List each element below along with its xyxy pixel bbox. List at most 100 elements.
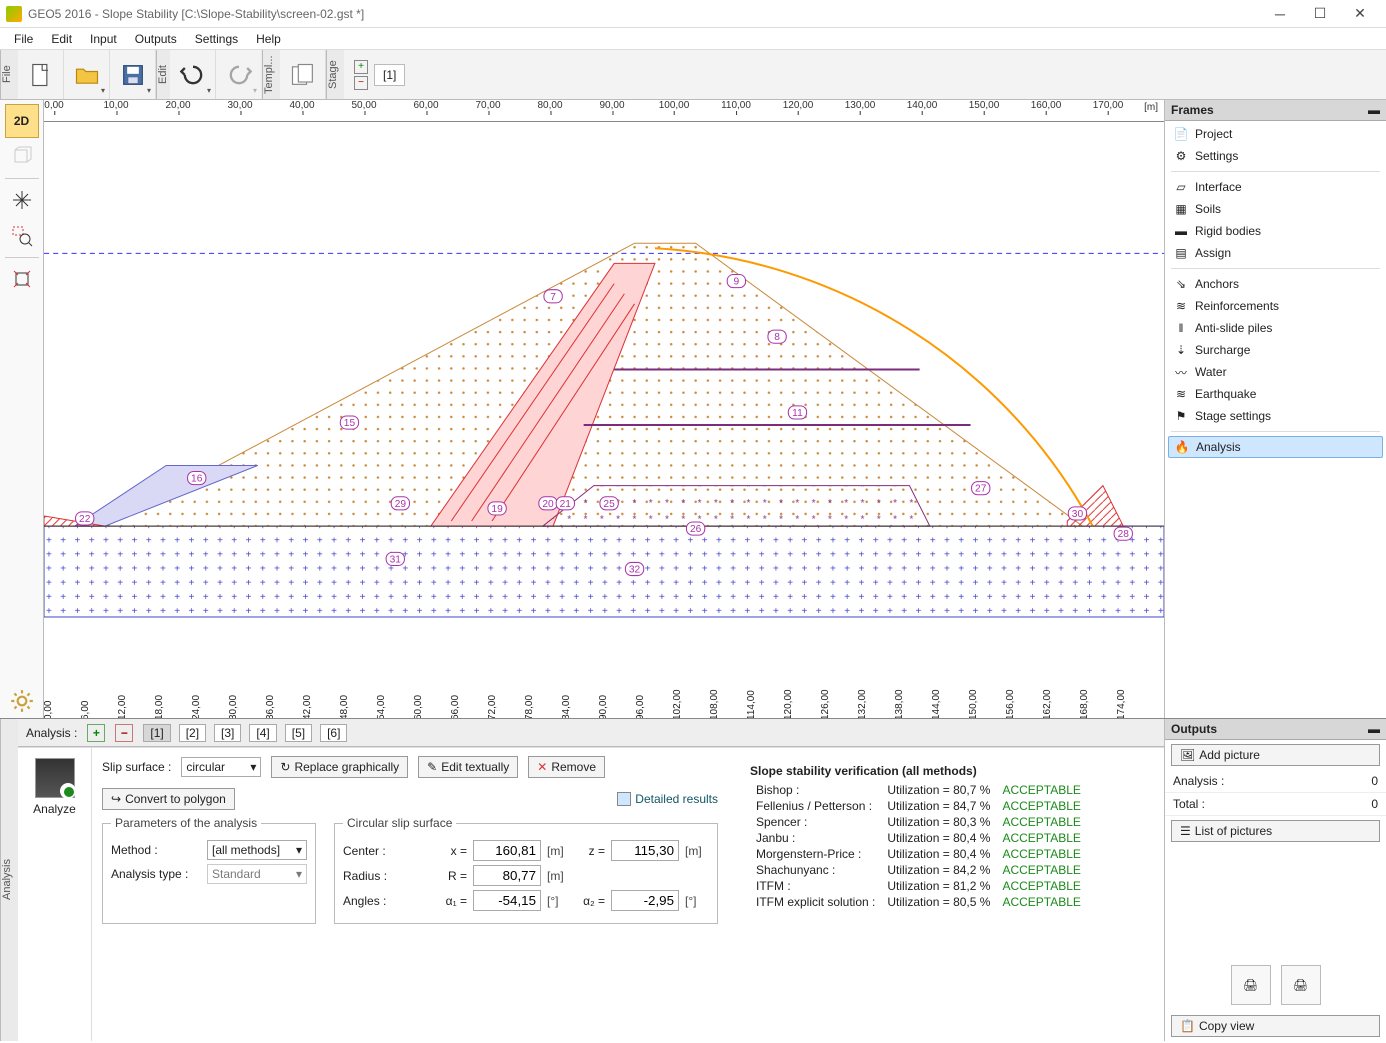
dropdown-icon: ▾ — [296, 843, 302, 857]
detailed-results-button[interactable]: Detailed results — [617, 792, 718, 806]
ruler-tick: 170,00 — [1093, 100, 1124, 111]
replace-icon: ↻ — [280, 760, 290, 774]
analyze-icon[interactable] — [35, 758, 75, 798]
close-button[interactable]: ✕ — [1340, 5, 1380, 22]
new-file-button[interactable] — [18, 50, 64, 99]
z-unit: [m] — [685, 844, 709, 858]
undo-button[interactable]: ▾ — [170, 50, 216, 99]
frames-item-project[interactable]: 📄Project — [1165, 123, 1386, 145]
frames-item-stage-settings[interactable]: ⚑Stage settings — [1165, 405, 1386, 427]
svg-text:9: 9 — [734, 277, 740, 288]
axis-tick: 18,00 — [154, 695, 165, 718]
save-button[interactable]: ▾ — [110, 50, 156, 99]
center-x-input[interactable] — [473, 840, 541, 861]
frames-item-label: Project — [1195, 127, 1232, 141]
fit-view-button[interactable] — [5, 262, 39, 296]
vtab-stage[interactable]: Stage — [326, 50, 344, 99]
frames-item-interface[interactable]: ▱Interface — [1165, 176, 1386, 198]
analysis-add-button[interactable]: + — [87, 724, 105, 742]
menu-settings[interactable]: Settings — [187, 30, 246, 48]
svg-text:22: 22 — [79, 514, 91, 525]
vtab-edit[interactable]: Edit — [156, 50, 170, 99]
frames-item-water[interactable]: 〰Water — [1165, 361, 1386, 383]
frames-item-label: Anti-slide piles — [1195, 321, 1272, 335]
list-pictures-button[interactable]: ☰List of pictures — [1171, 820, 1380, 842]
frames-item-settings[interactable]: ⚙Settings — [1165, 145, 1386, 167]
frames-item-soils[interactable]: ▦Soils — [1165, 198, 1386, 220]
svg-text:29: 29 — [395, 499, 407, 510]
replace-graphically-button[interactable]: ↻ Replace graphically — [271, 756, 408, 778]
axis-tick: 126,00 — [820, 689, 831, 718]
stage-tag-1[interactable]: [1] — [374, 64, 405, 86]
edit-textually-button[interactable]: ✎Edit textually — [418, 756, 518, 778]
pan-button[interactable] — [5, 183, 39, 217]
replace-label: Replace graphically — [294, 760, 399, 774]
maximize-button[interactable]: ☐ — [1300, 5, 1340, 22]
analysis-tab-6[interactable]: [6] — [320, 724, 347, 742]
outputs-collapse-icon[interactable]: ▬ — [1368, 722, 1380, 736]
analyze-button-label[interactable]: Analyze — [33, 802, 76, 816]
frames-item-icon: ▦ — [1173, 201, 1189, 217]
analysis-tab-4[interactable]: [4] — [249, 724, 276, 742]
open-file-button[interactable]: ▾ — [64, 50, 110, 99]
vtab-analysis[interactable]: Analysis — [0, 719, 18, 1041]
vtab-file[interactable]: File — [0, 50, 18, 99]
frames-item-analysis[interactable]: 🔥Analysis — [1168, 436, 1383, 458]
analysis-tab-5[interactable]: [5] — [285, 724, 312, 742]
menu-edit[interactable]: Edit — [43, 30, 80, 48]
minimize-button[interactable]: ─ — [1260, 6, 1300, 22]
analysis-type-select[interactable]: Standard▾ — [207, 864, 307, 884]
ruler-top: [m] 0,0010,0020,0030,0040,0050,0060,0070… — [44, 100, 1164, 122]
frames-item-assign[interactable]: ▤Assign — [1165, 242, 1386, 264]
svg-text:28: 28 — [1118, 529, 1130, 540]
frames-item-anti-slide-piles[interactable]: ‖Anti-slide piles — [1165, 317, 1386, 339]
method-select[interactable]: [all methods]▾ — [207, 840, 307, 860]
a1-unit: [°] — [547, 894, 571, 908]
stage-add-button[interactable]: + — [354, 60, 368, 74]
outputs-total-label: Total : — [1173, 797, 1205, 811]
axis-tick: 120,00 — [783, 689, 794, 718]
radius-label: Radius : — [343, 869, 433, 883]
menu-input[interactable]: Input — [82, 30, 125, 48]
view-3d-button[interactable] — [5, 140, 39, 174]
drawing-canvas[interactable]: [m] 0,0010,0020,0030,0040,0050,0060,0070… — [44, 100, 1164, 718]
angle2-input[interactable] — [611, 890, 679, 911]
vtab-templates[interactable]: Templ... — [262, 50, 280, 99]
stage-remove-button[interactable]: − — [354, 76, 368, 90]
frames-item-earthquake[interactable]: ≋Earthquake — [1165, 383, 1386, 405]
print-button[interactable]: 🖨 — [1231, 965, 1271, 1005]
menu-help[interactable]: Help — [248, 30, 289, 48]
ruler-tick: 30,00 — [227, 100, 252, 111]
result-util: Utilization = 84,7 % — [881, 798, 996, 814]
radius-input[interactable] — [473, 865, 541, 886]
frames-item-anchors[interactable]: ⇘Anchors — [1165, 273, 1386, 295]
x-unit: [m] — [547, 844, 571, 858]
frames-item-icon: ≋ — [1173, 298, 1189, 314]
angle1-input[interactable] — [473, 890, 541, 911]
frames-item-surcharge[interactable]: ⇣Surcharge — [1165, 339, 1386, 361]
slip-type-select[interactable]: circular▾ — [181, 757, 261, 777]
view-2d-button[interactable]: 2D — [5, 104, 39, 138]
analysis-tab-3[interactable]: [3] — [214, 724, 241, 742]
analysis-tab-1[interactable]: [1] — [143, 724, 170, 742]
menu-file[interactable]: File — [6, 30, 41, 48]
analysis-tab-2[interactable]: [2] — [179, 724, 206, 742]
settings-gear-button[interactable] — [5, 684, 39, 718]
center-z-input[interactable] — [611, 840, 679, 861]
menu-outputs[interactable]: Outputs — [127, 30, 185, 48]
convert-polygon-button[interactable]: ↪Convert to polygon — [102, 788, 235, 810]
add-picture-button[interactable]: 🖼Add picture — [1171, 744, 1380, 766]
zoom-select-button[interactable] — [5, 219, 39, 253]
frames-item-reinforcements[interactable]: ≋Reinforcements — [1165, 295, 1386, 317]
copy-icon: 📋 — [1180, 1019, 1195, 1033]
redo-button[interactable]: ▾ — [216, 50, 262, 99]
templates-button[interactable] — [280, 50, 326, 99]
result-util: Utilization = 80,4 % — [881, 846, 996, 862]
copy-view-button[interactable]: 📋Copy view — [1171, 1015, 1380, 1037]
print-color-button[interactable]: 🖨 — [1281, 965, 1321, 1005]
frames-collapse-icon[interactable]: ▬ — [1368, 103, 1380, 117]
remove-button[interactable]: ✕Remove — [528, 756, 605, 778]
frames-item-icon: ⚙ — [1173, 148, 1189, 164]
analysis-remove-button[interactable]: − — [115, 724, 133, 742]
frames-item-rigid-bodies[interactable]: ▬Rigid bodies — [1165, 220, 1386, 242]
